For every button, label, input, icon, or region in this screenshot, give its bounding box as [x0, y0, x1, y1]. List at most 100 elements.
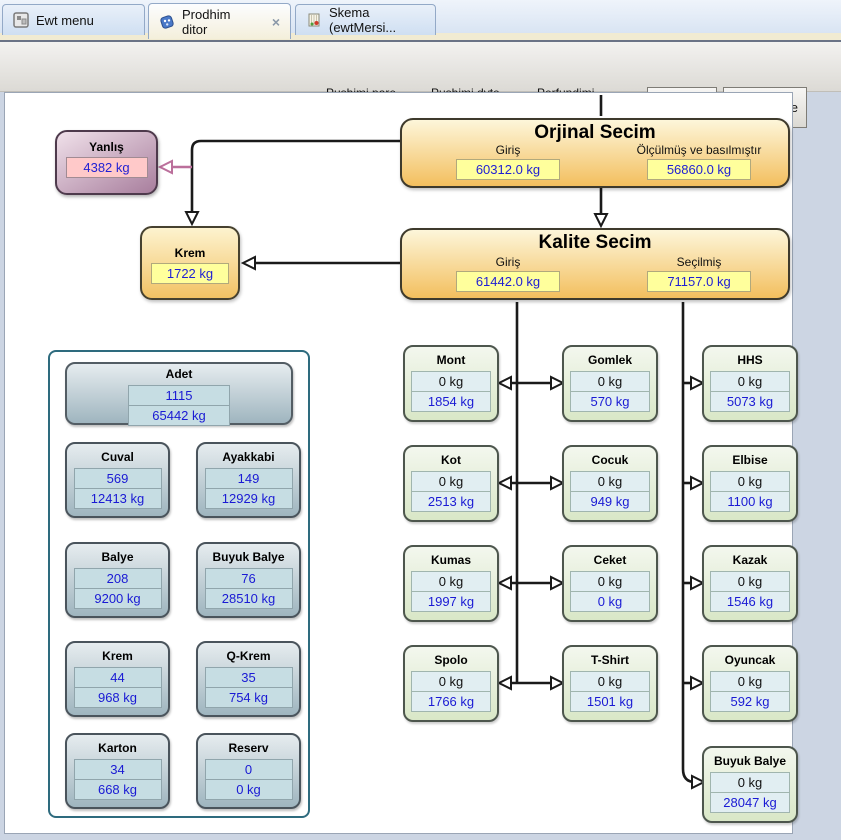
kg2-field: 5073 kg: [710, 391, 790, 412]
product-box-buyuk-balye: Buyuk Balye 0 kg 28047 kg: [702, 746, 798, 823]
box-title: Elbise: [704, 453, 796, 467]
orjinal-secim-title: Orjinal Secim: [402, 122, 788, 144]
yanlis-value-field: 4382 kg: [66, 157, 148, 178]
kg1-field: 0 kg: [710, 371, 790, 392]
kg1-field: 0 kg: [411, 571, 491, 592]
orjinal-secim-box: Orjinal Secim Giriş 60312.0 kg Ölçülmüş …: [400, 118, 790, 188]
kg1-field: 0 kg: [710, 471, 790, 492]
kg2-field: 2513 kg: [411, 491, 491, 512]
box-title: Cuval: [67, 450, 168, 464]
box-title: Oyuncak: [704, 653, 796, 667]
tab-label: Ewt menu: [36, 13, 94, 28]
window-icon: [13, 12, 29, 28]
kg2-field: 570 kg: [570, 391, 650, 412]
adet-count-field: 1115: [128, 385, 230, 406]
weight-field: 28510 kg: [205, 588, 293, 609]
product-box-kumas: Kumas 0 kg 1997 kg: [403, 545, 499, 622]
kg1-field: 0 kg: [710, 772, 790, 793]
left-box-krem: Krem 44 968 kg: [65, 641, 170, 717]
kg1-field: 0 kg: [570, 371, 650, 392]
box-title: Ceket: [564, 553, 656, 567]
kg2-field: 0 kg: [570, 591, 650, 612]
tab-skema[interactable]: Skema (ewtMersi...: [295, 4, 436, 35]
box-title: Reserv: [198, 741, 299, 755]
tab-strip: Ewt menu Prodhim ditor × Skema (ewtMersi…: [0, 0, 841, 42]
olculmus-label: Ölçülmüş ve basılmıştır: [599, 143, 799, 157]
count-field: 569: [74, 468, 162, 489]
weight-field: 968 kg: [74, 687, 162, 708]
count-field: 149: [205, 468, 293, 489]
adet-weight-field: 65442 kg: [128, 405, 230, 426]
adet-box: Adet 1115 65442 kg: [65, 362, 293, 425]
kg1-field: 0 kg: [570, 571, 650, 592]
count-field: 44: [74, 667, 162, 688]
app-window: { "tabs": [ {"label": "Ewt menu"}, {"lab…: [0, 0, 841, 840]
krem-title: Krem: [142, 246, 238, 260]
box-title: Spolo: [405, 653, 497, 667]
product-box-elbise: Elbise 0 kg 1100 kg: [702, 445, 798, 522]
left-box-reserv: Reserv 0 0 kg: [196, 733, 301, 809]
kg1-field: 0 kg: [570, 471, 650, 492]
olculmus-value-field: 56860.0 kg: [647, 159, 751, 180]
kg2-field: 1766 kg: [411, 691, 491, 712]
box-title: Balye: [67, 550, 168, 564]
yanlis-box: Yanlış 4382 kg: [55, 130, 158, 195]
kg2-field: 592 kg: [710, 691, 790, 712]
product-box-kot: Kot 0 kg 2513 kg: [403, 445, 499, 522]
left-box-ayakkabi: Ayakkabi 149 12929 kg: [196, 442, 301, 518]
giris-value-field: 61442.0 kg: [456, 271, 560, 292]
weight-field: 668 kg: [74, 779, 162, 800]
kg1-field: 0 kg: [570, 671, 650, 692]
left-box-q-krem: Q-Krem 35 754 kg: [196, 641, 301, 717]
count-field: 34: [74, 759, 162, 780]
box-title: Kazak: [704, 553, 796, 567]
prodhim-icon: [159, 14, 175, 30]
tab-close-icon[interactable]: ×: [272, 15, 280, 29]
product-box-hhs: HHS 0 kg 5073 kg: [702, 345, 798, 422]
tab-label: Prodhim ditor: [182, 7, 255, 37]
weight-field: 754 kg: [205, 687, 293, 708]
tab-ewt-menu[interactable]: Ewt menu: [2, 4, 145, 35]
box-title: Buyuk Balye: [704, 754, 796, 768]
box-title: Kumas: [405, 553, 497, 567]
kg1-field: 0 kg: [411, 471, 491, 492]
box-title: Kot: [405, 453, 497, 467]
box-title: Krem: [67, 649, 168, 663]
schema-icon: [306, 12, 322, 28]
product-box-gomlek: Gomlek 0 kg 570 kg: [562, 345, 658, 422]
giris-label: Giriş: [408, 143, 608, 157]
left-box-karton: Karton 34 668 kg: [65, 733, 170, 809]
kg2-field: 28047 kg: [710, 792, 790, 813]
giris-value-field: 60312.0 kg: [456, 159, 560, 180]
product-box-ceket: Ceket 0 kg 0 kg: [562, 545, 658, 622]
count-field: 208: [74, 568, 162, 589]
kg1-field: 0 kg: [710, 571, 790, 592]
weight-field: 12929 kg: [205, 488, 293, 509]
tab-prodhim-ditor[interactable]: Prodhim ditor ×: [148, 3, 291, 39]
box-title: HHS: [704, 353, 796, 367]
kg1-field: 0 kg: [710, 671, 790, 692]
kalite-secim-title: Kalite Secim: [402, 232, 788, 254]
kg1-field: 0 kg: [411, 371, 491, 392]
left-box-balye: Balye 208 9200 kg: [65, 542, 170, 618]
yanlis-title: Yanlış: [57, 140, 156, 154]
weight-field: 12413 kg: [74, 488, 162, 509]
box-title: Mont: [405, 353, 497, 367]
box-title: T-Shirt: [564, 653, 656, 667]
weight-field: 0 kg: [205, 779, 293, 800]
kalite-secim-box: Kalite Secim Giriş 61442.0 kg Seçilmiş 7…: [400, 228, 790, 300]
count-field: 76: [205, 568, 293, 589]
box-title: Q-Krem: [198, 649, 299, 663]
box-title: Karton: [67, 741, 168, 755]
tab-label: Skema (ewtMersi...: [329, 5, 425, 35]
box-title: Ayakkabi: [198, 450, 299, 464]
product-box-spolo: Spolo 0 kg 1766 kg: [403, 645, 499, 722]
count-field: 35: [205, 667, 293, 688]
left-box-buyuk-balye: Buyuk Balye 76 28510 kg: [196, 542, 301, 618]
kg1-field: 0 kg: [411, 671, 491, 692]
weight-field: 9200 kg: [74, 588, 162, 609]
box-title: Cocuk: [564, 453, 656, 467]
toolbar: 24/03/2026 Refresh Import Pushimi pare P…: [0, 42, 841, 92]
left-box-cuval: Cuval 569 12413 kg: [65, 442, 170, 518]
product-box-kazak: Kazak 0 kg 1546 kg: [702, 545, 798, 622]
